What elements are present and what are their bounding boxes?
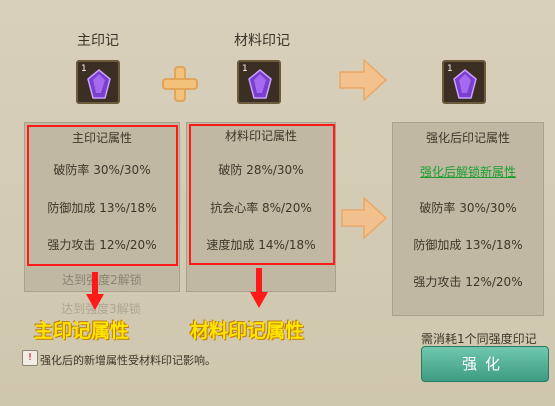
purple-gem-icon xyxy=(248,69,272,99)
material-attributes-annotation-label: 材料印记属性 xyxy=(190,320,305,342)
material-mark-title: 材料印记 xyxy=(234,33,290,49)
stat-line: 强力攻击 12%/20% xyxy=(413,275,523,289)
consume-requirement: 需消耗1个同强度印记 xyxy=(421,332,537,346)
red-down-arrow-icon xyxy=(86,272,104,310)
plus-icon xyxy=(162,66,198,102)
main-mark-title: 主印记 xyxy=(77,33,119,49)
result-mark-count: 1 xyxy=(447,64,453,74)
right-arrow-icon xyxy=(339,58,388,102)
main-attributes-annotation-label: 主印记属性 xyxy=(34,320,130,342)
right-arrow-icon xyxy=(341,196,388,240)
main-mark-count: 1 xyxy=(81,64,87,74)
new-attribute-unlock-text: 强化后解锁新属性 xyxy=(419,165,516,179)
result-mark-slot: 1 xyxy=(442,60,486,104)
enhanced-mark-attributes-panel: 强化后印记属性 强化后解锁新属性 破防率 30%/30% 防御加成 13%/18… xyxy=(392,122,544,316)
stat-line: 破防率 30%/30% xyxy=(419,201,517,215)
main-attributes-highlight-box xyxy=(27,125,178,266)
material-mark-slot[interactable]: 1 xyxy=(237,60,281,104)
purple-gem-icon xyxy=(87,69,111,99)
enhance-window: 主印记 材料印记 1 1 1 主印记属性 破防率 30%/30% 防御加成 13… xyxy=(0,0,555,406)
panel-title: 强化后印记属性 xyxy=(425,131,510,145)
info-icon: ! xyxy=(22,350,38,366)
stat-line: 防御加成 13%/18% xyxy=(413,238,523,252)
purple-gem-icon xyxy=(453,69,477,99)
main-mark-slot[interactable]: 1 xyxy=(76,60,120,104)
enhance-note: 强化后的新增属性受材料印记影响。 xyxy=(40,354,216,367)
material-mark-count: 1 xyxy=(242,64,248,74)
material-attributes-highlight-box xyxy=(189,124,335,265)
red-down-arrow-icon xyxy=(250,268,268,308)
enhance-button[interactable]: 强化 xyxy=(421,346,549,382)
